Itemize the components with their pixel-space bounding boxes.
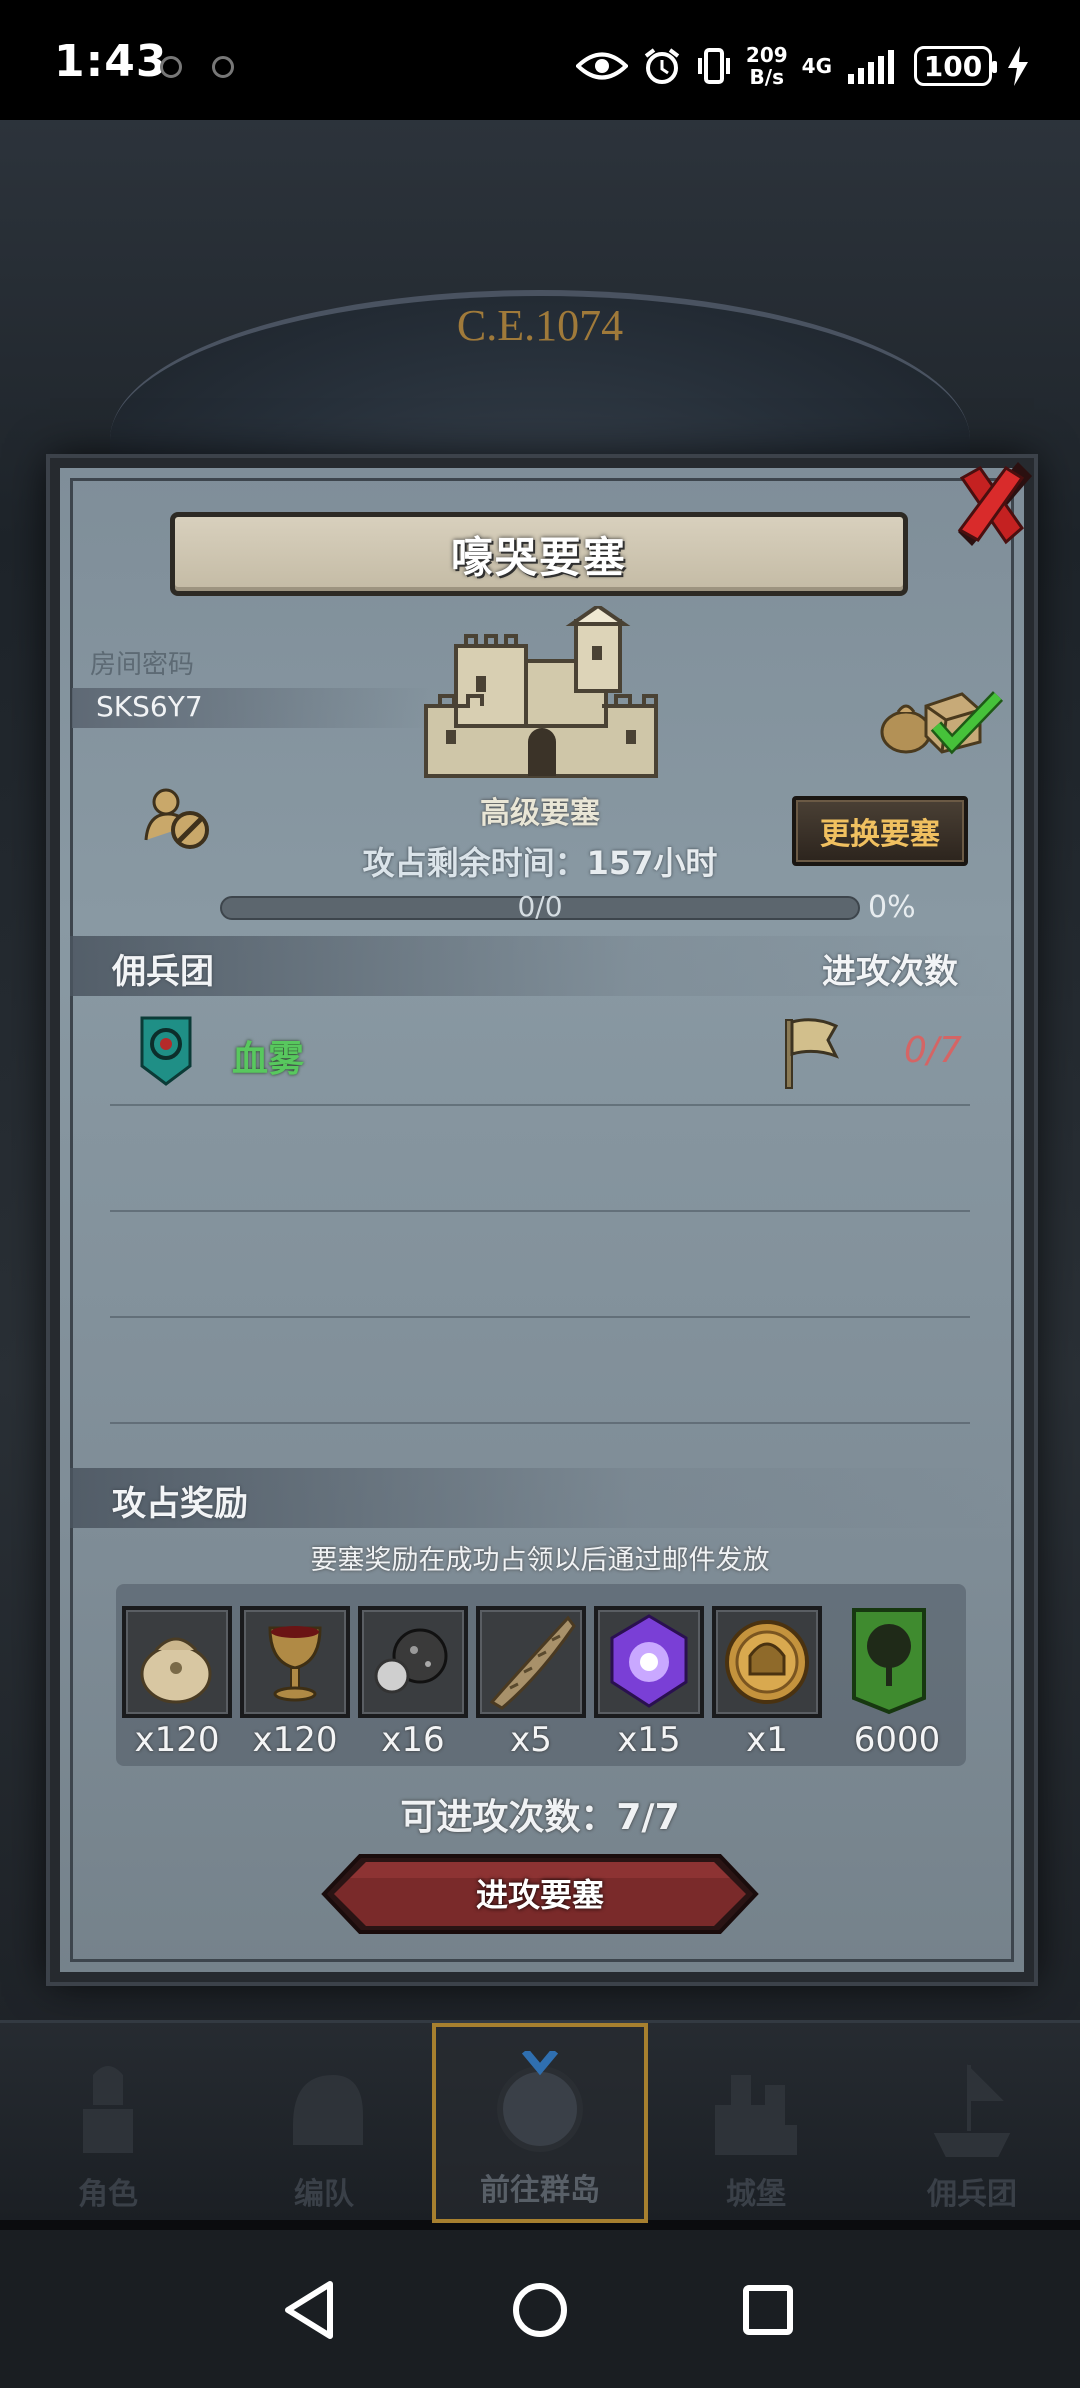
knight-icon <box>83 2066 133 2153</box>
nav-item-label: 角色 <box>78 2177 138 2212</box>
status-icons: 209 B/s 4G 100 <box>575 38 1030 94</box>
row-divider <box>110 1316 970 1318</box>
remaining-attempts: 可进攻次数：7/7 <box>0 1788 1080 1840</box>
reward-quantity: x5 <box>510 1720 552 1760</box>
occupy-time-unit: 小时 <box>653 844 718 882</box>
notification-icon <box>212 56 234 78</box>
sack-icon <box>140 1637 212 1704</box>
reward-item[interactable] <box>358 1606 468 1718</box>
occupy-time-value: 157 <box>586 844 654 882</box>
remaining-attempts-label: 可进攻次数： <box>400 1797 617 1838</box>
alarm-icon <box>644 48 680 84</box>
reward-note: 要塞奖励在成功占领以后通过邮件发放 <box>310 1545 770 1576</box>
reward-quantity: x1 <box>746 1720 788 1760</box>
guild-shield-icon <box>140 1016 192 1086</box>
guild-name[interactable]: 血雾 <box>232 1030 304 1082</box>
vibrate-icon <box>697 48 730 84</box>
reward-quantity: 6000 <box>853 1720 941 1760</box>
dialog-title: 嚎哭要塞 <box>450 532 627 582</box>
year-label: C.E.1074 <box>456 301 624 350</box>
reward-item[interactable] <box>712 1606 822 1718</box>
nav-item-label: 佣兵团 <box>927 2177 1017 2212</box>
home-icon[interactable] <box>500 2270 580 2350</box>
close-button[interactable] <box>948 462 1032 546</box>
reward-section-title: 攻占奖励 <box>112 1484 248 1524</box>
reward-item[interactable] <box>122 1606 232 1718</box>
room-password-label: 房间密码 <box>90 650 195 680</box>
nav-item-formation[interactable]: 编队 <box>216 2023 432 2223</box>
attack-fortress-button[interactable] <box>320 1852 760 1936</box>
occupation-progress-text: 0/0 <box>517 890 563 923</box>
battery-level: 100 <box>923 49 983 83</box>
status-time: 1:43 <box>54 36 168 87</box>
signal-icon <box>848 50 894 84</box>
status-bar: 1:43 209 B/s 4G 100 <box>0 0 1080 120</box>
net-speed: 209 B/s <box>746 44 788 88</box>
reward-item[interactable] <box>240 1606 350 1718</box>
net-speed-unit: B/s <box>749 65 784 89</box>
reward-item[interactable] <box>594 1606 704 1718</box>
loot-ready-icon[interactable] <box>876 676 1006 756</box>
attack-count-section-title: 进攻次数 <box>822 952 958 992</box>
back-icon[interactable] <box>270 2270 350 2350</box>
horn-icon <box>489 1615 576 1710</box>
nav-item-label: 前往群岛 <box>480 2173 600 2208</box>
reward-item[interactable] <box>476 1606 586 1718</box>
remaining-attempts-value: 7/7 <box>616 1797 680 1838</box>
fortress-castle-icon <box>424 606 658 778</box>
game-bottom-nav: 角色 编队 前往群岛 城堡 佣兵团 <box>0 2020 1080 2223</box>
reward-quantity: x120 <box>252 1720 338 1760</box>
guild-attack-count: 0/7 <box>904 1030 962 1071</box>
battery-indicator: 100 <box>914 46 997 86</box>
nav-item-character[interactable]: 角色 <box>0 2023 216 2223</box>
nav-item-mercenary[interactable]: 佣兵团 <box>864 2023 1080 2223</box>
helmet-icon <box>293 2075 363 2145</box>
charging-icon <box>1008 46 1028 86</box>
eye-icon <box>575 52 628 80</box>
goblet-icon <box>268 1626 322 1702</box>
reward-quantity: x16 <box>381 1720 445 1760</box>
row-divider <box>110 1422 970 1424</box>
reward-quantity: x120 <box>134 1720 220 1760</box>
network-type: 4G <box>801 54 832 78</box>
reward-quantity: x15 <box>617 1720 681 1760</box>
dialog-title-banner: 嚎哭要塞 <box>170 512 908 596</box>
purple-crystal-icon <box>610 1614 688 1708</box>
occupy-time-label: 攻占剩余时间： <box>362 844 587 882</box>
ore-icon <box>374 1628 448 1694</box>
nav-item-castle[interactable]: 城堡 <box>648 2023 864 2223</box>
tree-banner-icon <box>852 1608 926 1715</box>
nav-item-islands[interactable]: 前往群岛 <box>432 2023 648 2223</box>
reward-item[interactable] <box>846 1606 932 1718</box>
occupy-time-remaining: 攻占剩余时间：157小时 <box>0 838 1080 884</box>
recents-icon[interactable] <box>728 2270 808 2350</box>
helmet-coin-icon <box>725 1620 809 1704</box>
nav-item-label: 城堡 <box>726 2177 786 2212</box>
occupation-progress-percent: 0% <box>868 890 916 925</box>
notification-icon <box>160 56 182 78</box>
ship-icon <box>933 2064 1011 2157</box>
globe-compass-icon <box>497 2051 583 2152</box>
row-divider <box>110 1210 970 1212</box>
nav-item-label: 编队 <box>294 2177 354 2212</box>
system-nav-bar <box>0 2230 1080 2388</box>
attack-flag-icon <box>785 1018 840 1089</box>
row-divider <box>110 1104 970 1106</box>
mercenary-section-title: 佣兵团 <box>112 952 214 992</box>
net-speed-value: 209 <box>745 43 788 67</box>
castle-icon <box>715 2075 797 2155</box>
room-password-value[interactable]: SKS6Y7 <box>96 690 203 723</box>
